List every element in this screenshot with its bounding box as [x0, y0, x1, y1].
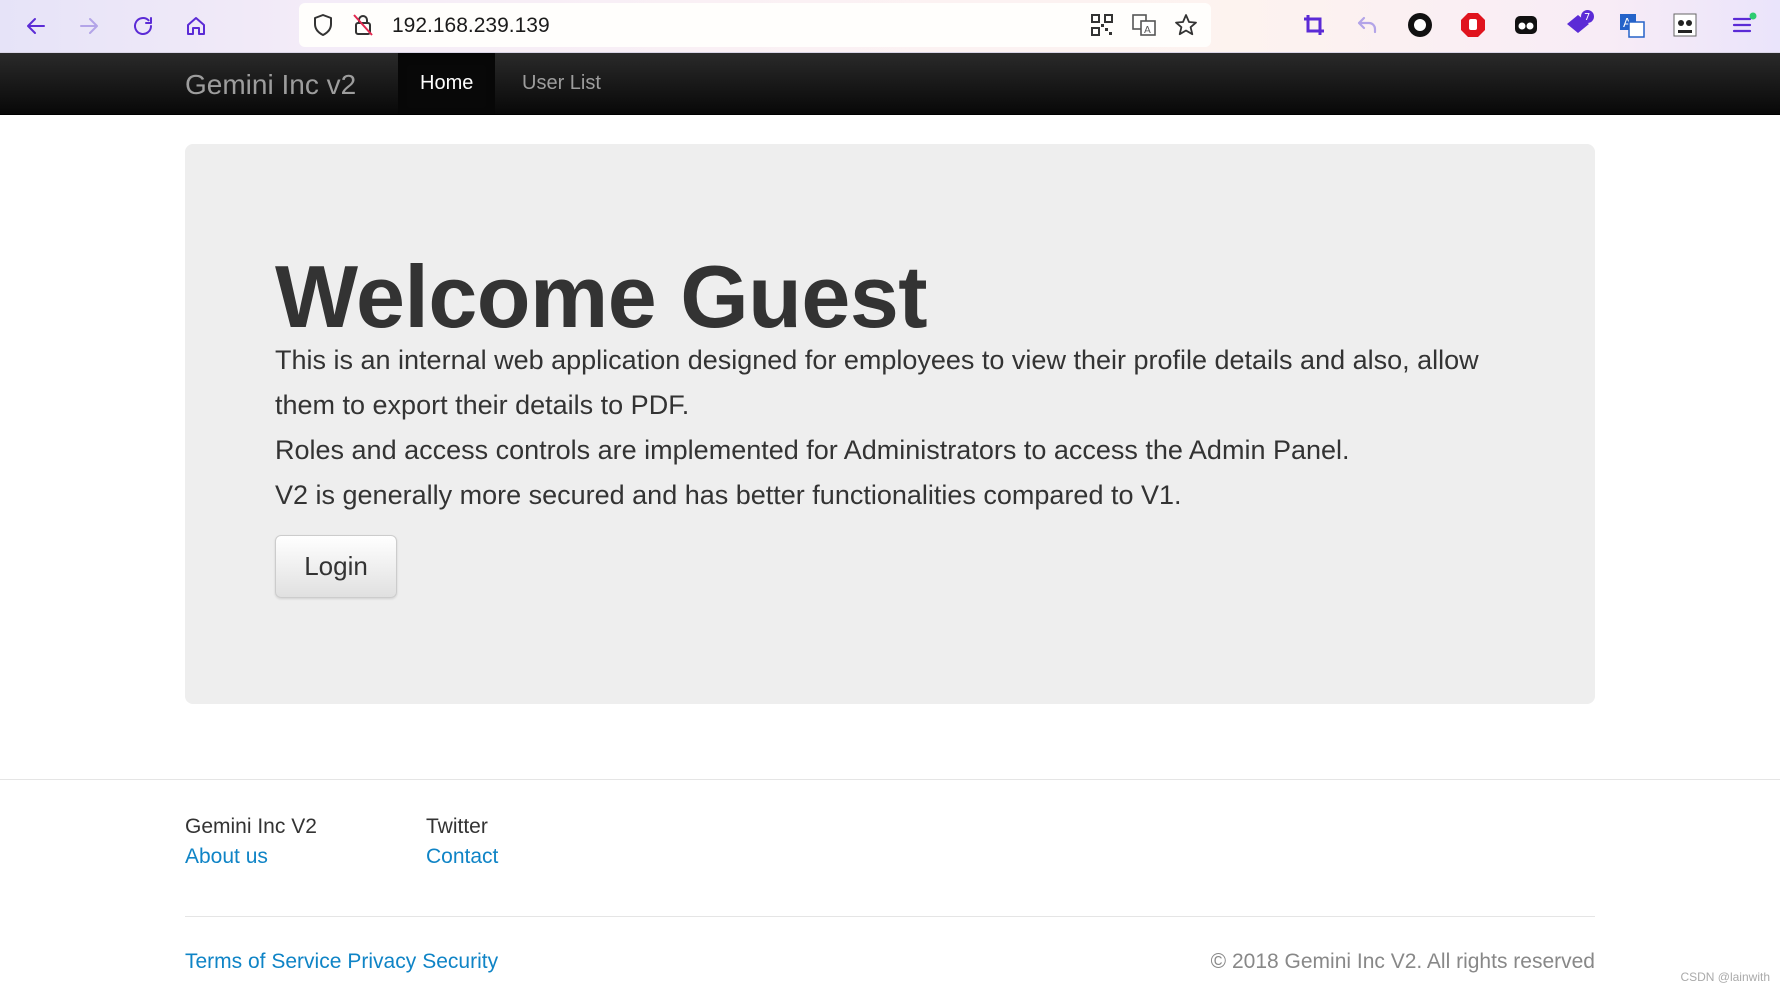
svg-text:A: A — [1144, 25, 1151, 36]
copyright-text: © 2018 Gemini Inc V2. All rights reserve… — [1210, 950, 1595, 973]
adblock-icon[interactable] — [1458, 10, 1488, 40]
panda-icon[interactable] — [1670, 10, 1700, 40]
contact-link[interactable]: Contact — [426, 842, 498, 872]
footer-bottom-links: Terms of Service Privacy Security — [185, 950, 504, 974]
address-bar[interactable]: 192.168.239.139 A — [299, 3, 1211, 47]
record-icon[interactable] — [1405, 10, 1435, 40]
intro-paragraph: This is an internal web application desi… — [275, 345, 1479, 420]
extension-icon[interactable] — [1511, 10, 1541, 40]
forward-arrow-icon[interactable] — [71, 8, 107, 44]
nav-home[interactable]: Home — [398, 53, 496, 114]
extension-badge: 7 — [1584, 12, 1590, 23]
nav-user-list[interactable]: User List — [500, 53, 623, 114]
footer-heading-company: Gemini Inc V2 — [185, 815, 317, 838]
roles-paragraph: Roles and access controls are implemente… — [275, 435, 1350, 465]
footer-bottom-divider — [185, 916, 1595, 917]
url-text[interactable]: 192.168.239.139 — [392, 14, 550, 38]
back-arrow-icon[interactable] — [18, 8, 54, 44]
footer-column-social: Twitter Contact — [426, 812, 498, 872]
bookmark-star-icon[interactable] — [1173, 12, 1199, 38]
menu-icon[interactable] — [1729, 10, 1759, 40]
about-us-link[interactable]: About us — [185, 842, 317, 872]
watermark: CSDN @lainwith — [1680, 970, 1770, 984]
gift-extension-icon[interactable]: 7 — [1564, 10, 1594, 40]
translate-icon[interactable]: A — [1131, 12, 1157, 38]
shield-icon[interactable] — [310, 12, 336, 38]
privacy-link[interactable]: Privacy — [347, 950, 416, 973]
translate-extension-icon[interactable]: A — [1617, 10, 1647, 40]
navbar-brand[interactable]: Gemini Inc v2 — [185, 69, 356, 101]
welcome-heading: Welcome Guest — [275, 247, 928, 346]
terms-of-service-link[interactable]: Terms of Service — [185, 950, 341, 973]
site-navbar: Gemini Inc v2 Home User List — [0, 53, 1780, 115]
welcome-jumbotron: Welcome Guest This is an internal web ap… — [185, 144, 1595, 704]
login-button[interactable]: Login — [275, 535, 397, 598]
footer-heading-twitter: Twitter — [426, 815, 488, 838]
browser-toolbar: 192.168.239.139 A 7 A — [0, 0, 1780, 53]
security-link[interactable]: Security — [422, 950, 498, 973]
footer-column-company: Gemini Inc V2 About us — [185, 812, 317, 872]
home-icon[interactable] — [178, 8, 214, 44]
undo-icon[interactable] — [1352, 10, 1382, 40]
footer-divider — [0, 779, 1780, 780]
v2-paragraph: V2 is generally more secured and has bet… — [275, 480, 1182, 510]
qr-code-icon[interactable] — [1089, 12, 1115, 38]
insecure-lock-icon[interactable] — [350, 12, 376, 38]
crop-icon[interactable] — [1299, 10, 1329, 40]
reload-icon[interactable] — [125, 8, 161, 44]
